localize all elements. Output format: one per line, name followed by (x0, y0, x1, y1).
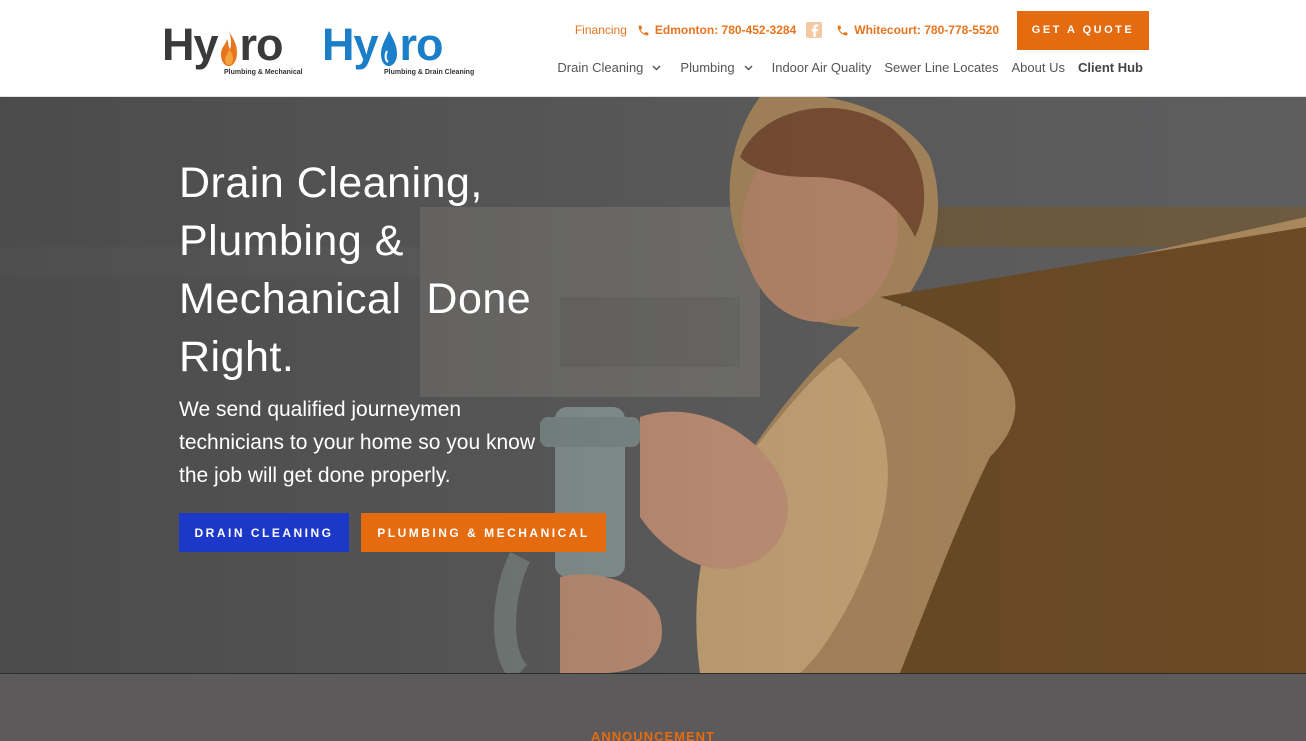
nav-item-plumbing[interactable]: Plumbing (680, 60, 758, 75)
nav-item-indoor-air-quality[interactable]: Indoor Air Quality (772, 60, 872, 75)
chevron-down-icon (652, 64, 661, 71)
water-drop-icon (380, 31, 397, 66)
announcement-section: ANNOUNCEMENT (0, 673, 1306, 741)
logo-tagline: Plumbing & Drain Cleaning (384, 69, 475, 76)
site-header: Hy ro Plumbing & Mechanical Hy ro Plumbi… (0, 0, 1306, 97)
hero-title: Drain Cleaning, Plumbing & Mechanical Do… (179, 159, 532, 381)
phone-whitecourt-link[interactable]: Whitecourt: 780-778-5520 (836, 23, 999, 37)
logo-plumbing-mechanical[interactable]: Hy ro Plumbing & Mechanical (162, 12, 304, 88)
phone-icon (837, 25, 848, 35)
drain-cleaning-button[interactable]: DRAIN CLEANING (179, 513, 349, 552)
logo-drain-cleaning[interactable]: Hy ro Plumbing & Drain Cleaning (322, 12, 475, 88)
announcement-label: ANNOUNCEMENT (591, 729, 715, 741)
hero-section: Drain Cleaning, Plumbing & Mechanical Do… (0, 97, 1306, 673)
nav-item-drain-cleaning[interactable]: Drain Cleaning (557, 60, 667, 75)
get-a-quote-button[interactable]: GET A QUOTE (1017, 10, 1149, 50)
phone-edmonton-link[interactable]: Edmonton: 780-452-3284 (637, 23, 796, 37)
nav-item-client-hub[interactable]: Client Hub (1078, 60, 1143, 75)
nav-item-about-us[interactable]: About Us (1012, 60, 1065, 75)
main-nav: Drain Cleaning Plumbing Indoor Air Quali… (544, 60, 1143, 75)
facebook-icon[interactable] (806, 22, 823, 38)
nav-item-sewer-line-locates[interactable]: Sewer Line Locates (884, 60, 998, 75)
logo-tagline: Plumbing & Mechanical (224, 69, 303, 76)
topbar: Financing Edmonton: 780-452-3284 Whiteco… (575, 10, 1149, 50)
chevron-down-icon (744, 64, 753, 71)
phone-icon (638, 25, 649, 35)
financing-link[interactable]: Financing (575, 23, 627, 37)
flame-icon (220, 31, 237, 66)
hero-subtitle: We send qualified journeymen technicians… (179, 398, 536, 487)
plumbing-mechanical-button[interactable]: PLUMBING & MECHANICAL (361, 513, 606, 552)
